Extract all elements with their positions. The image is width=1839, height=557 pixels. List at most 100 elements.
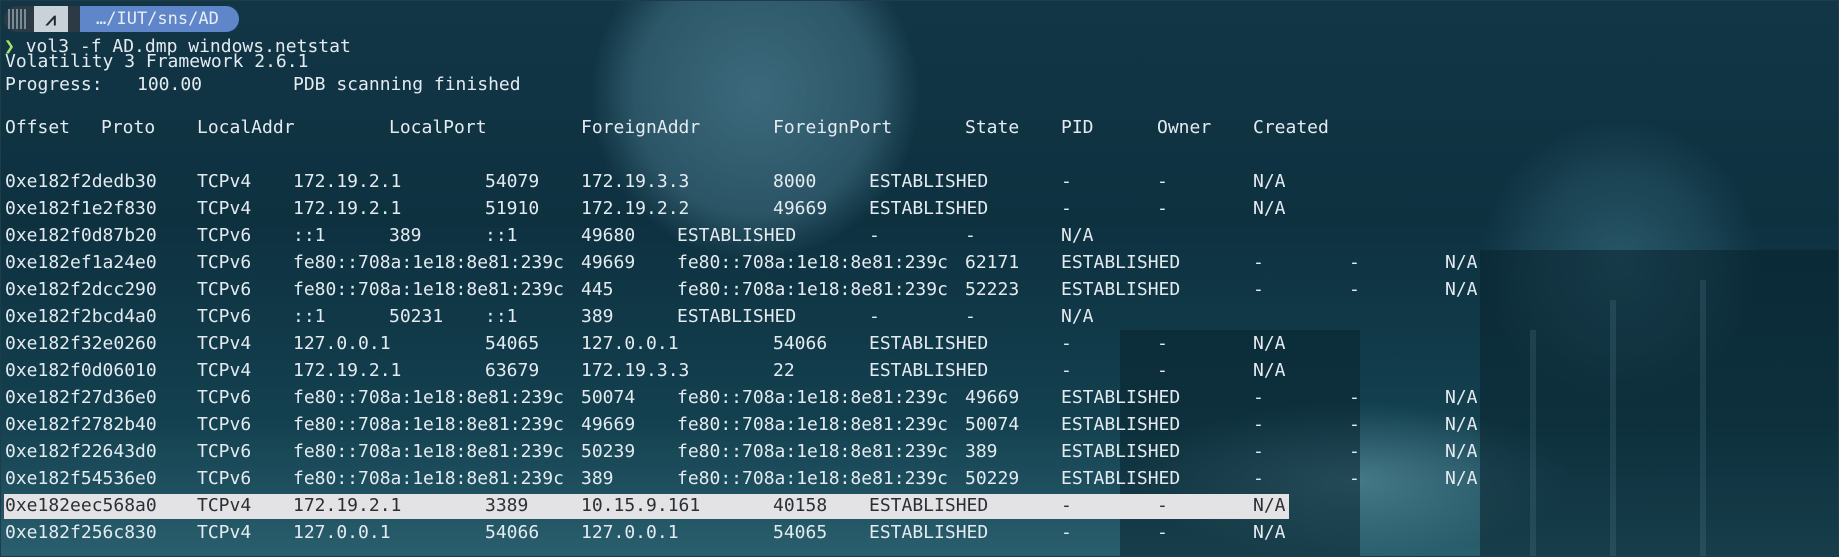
table-cell: ESTABLISHED (677, 306, 797, 327)
table-cell: 172.19.2.1 (293, 495, 402, 516)
table-cell: ESTABLISHED (1061, 279, 1181, 300)
table-cell: 49669 (581, 414, 636, 435)
table-cell: ESTABLISHED (869, 495, 989, 516)
table-cell: ::1 (293, 225, 326, 246)
table-cell: 54065 (773, 522, 828, 543)
table-cell: 62171 (965, 252, 1020, 273)
table-row[interactable]: 0xe182f1e2f830 TCPv4 172.19.2.1 51910 172.19… (0, 197, 1839, 221)
table-cell: - (1253, 441, 1264, 462)
table-cell: TCPv6 (197, 225, 252, 246)
table-cell: 172.19.2.1 (293, 198, 402, 219)
table-row[interactable]: 0xe182ef1a24e0 TCPv6 fe80::708a:1e18:8e81:… (0, 251, 1839, 275)
table-row[interactable]: 0xe182f0d87b20 TCPv6::1 389::1 49680 ESTABLI… (0, 224, 1839, 248)
table-row[interactable]: 0xe182f54536e0 TCPv6 fe80::708a:1e18:8e81:… (0, 467, 1839, 491)
table-row[interactable]: 0xe182f2dedb30 TCPv4 172.19.2.1 54079 172.19… (0, 170, 1839, 194)
table-row[interactable]: 0xe182f2dcc290 TCPv6 fe80::708a:1e18:8e81:… (0, 278, 1839, 302)
table-cell: - (965, 306, 976, 327)
table-cell: 127.0.0.1 (581, 333, 679, 354)
table-row[interactable]: 0xe182f27d36e0 TCPv6 fe80::708a:1e18:8e81:… (0, 386, 1839, 410)
table-row[interactable]: 0xe182f22643d0 TCPv6 fe80::708a:1e18:8e81:… (0, 440, 1839, 464)
table-cell: ESTABLISHED (1061, 468, 1181, 489)
table-cell: - (1157, 171, 1168, 192)
table-cell: ESTABLISHED (1061, 414, 1181, 435)
table-cell: ESTABLISHED (677, 225, 797, 246)
table-cell: fe80::708a:1e18:8e81:239c (293, 468, 564, 489)
table-cell: 127.0.0.1 (293, 522, 391, 543)
table-cell: 52223 (965, 279, 1020, 300)
table-cell: ESTABLISHED (1061, 441, 1181, 462)
table-cell: fe80::708a:1e18:8e81:239c (677, 279, 948, 300)
table-cell: fe80::708a:1e18:8e81:239c (293, 279, 564, 300)
table-cell: TCPv4 (197, 333, 252, 354)
table-cell: TCPv4 (197, 522, 252, 543)
table-cell: 0xe182f0d87b20 (5, 225, 157, 246)
column-header: Created (1253, 117, 1329, 138)
table-cell: 0xe182f22643d0 (5, 441, 157, 462)
table-cell: 0xe182f27d36e0 (5, 387, 157, 408)
table-cell: N/A (1253, 198, 1286, 219)
table-cell: TCPv4 (197, 495, 252, 516)
table-cell: N/A (1253, 171, 1286, 192)
table-cell: 49680 (581, 225, 636, 246)
table-cell: N/A (1445, 279, 1478, 300)
table-cell: - (1349, 441, 1360, 462)
banner-line: Volatility 3 Framework 2.6.1 (5, 51, 309, 72)
table-cell: 0xe182f32e0260 (5, 333, 157, 354)
selected-table-row[interactable]: 0xe182eec568a0 TCPv4 172.19.2.1 3389 10.15.9… (0, 494, 1839, 519)
table-cell: 172.19.2.1 (293, 360, 402, 381)
progress-line: Progress: 100.00 PDB scanning finished (5, 73, 521, 97)
table-cell: 49669 (965, 387, 1020, 408)
table-cell: 49669 (773, 198, 828, 219)
table-cell: - (1061, 333, 1072, 354)
prompt-os-segment: ⩘ (4, 6, 80, 32)
table-cell: fe80::708a:1e18:8e81:239c (293, 441, 564, 462)
table-cell: 54066 (485, 522, 540, 543)
table-cell: fe80::708a:1e18:8e81:239c (293, 387, 564, 408)
table-cell: 54066 (773, 333, 828, 354)
table-cell: N/A (1253, 333, 1286, 354)
table-cell: 389 (389, 225, 422, 246)
table-cell: - (1157, 360, 1168, 381)
table-cell: - (1349, 252, 1360, 273)
table-cell: 10.15.9.161 (581, 495, 701, 516)
table-cell: 8000 (773, 171, 817, 192)
table-row[interactable]: 0xe182f2782b40 TCPv6 fe80::708a:1e18:8e81:… (0, 413, 1839, 437)
table-cell: N/A (1253, 522, 1286, 543)
table-cell: ESTABLISHED (869, 333, 989, 354)
table-cell: TCPv6 (197, 306, 252, 327)
shell-prompt: ⩘ …/IUT/sns/AD (4, 6, 263, 32)
table-cell: fe80::708a:1e18:8e81:239c (293, 414, 564, 435)
table-cell: ESTABLISHED (869, 522, 989, 543)
table-cell: 172.19.3.3 (581, 360, 690, 381)
table-cell: - (1061, 171, 1072, 192)
table-header: Offset Proto LocalAddr LocalPort ForeignAddr… (0, 116, 1839, 140)
table-cell: N/A (1061, 306, 1094, 327)
table-row[interactable]: 0xe182f2bcd4a0 TCPv6::1 50231::1 389 ESTABLI… (0, 305, 1839, 329)
table-cell: TCPv4 (197, 198, 252, 219)
table-cell: 0xe182f0d06010 (5, 360, 157, 381)
table-cell: ESTABLISHED (869, 360, 989, 381)
progress-value: 100.00 (137, 74, 203, 95)
table-row[interactable]: 0xe182f32e0260 TCPv4 127.0.0.1 54065 127.0.0… (0, 332, 1839, 356)
table-cell: 389 (581, 468, 614, 489)
table-cell: - (965, 225, 976, 246)
table-cell: 54065 (485, 333, 540, 354)
table-cell: TCPv4 (197, 171, 252, 192)
table-cell: 172.19.2.2 (581, 198, 690, 219)
table-cell: 50074 (581, 387, 636, 408)
table-cell: 40158 (773, 495, 828, 516)
prompt-path: …/IUT/sns/AD (80, 6, 239, 32)
table-cell: ESTABLISHED (1061, 387, 1181, 408)
table-row[interactable]: 0xe182f0d06010 TCPv4 172.19.2.1 63679 172.19… (0, 359, 1839, 383)
table-cell: - (1349, 468, 1360, 489)
table-cell: fe80::708a:1e18:8e81:239c (677, 468, 948, 489)
table-cell: 3389 (485, 495, 529, 516)
column-header: Proto (101, 117, 156, 138)
column-header: LocalAddr (197, 117, 295, 138)
table-cell: 0xe182f1e2f830 (5, 198, 157, 219)
table-cell: TCPv6 (197, 387, 252, 408)
table-cell: 54079 (485, 171, 540, 192)
table-cell: - (1253, 387, 1264, 408)
table-cell: fe80::708a:1e18:8e81:239c (677, 387, 948, 408)
table-row[interactable]: 0xe182f256c830 TCPv4 127.0.0.1 54066 127.0.0… (0, 521, 1839, 545)
